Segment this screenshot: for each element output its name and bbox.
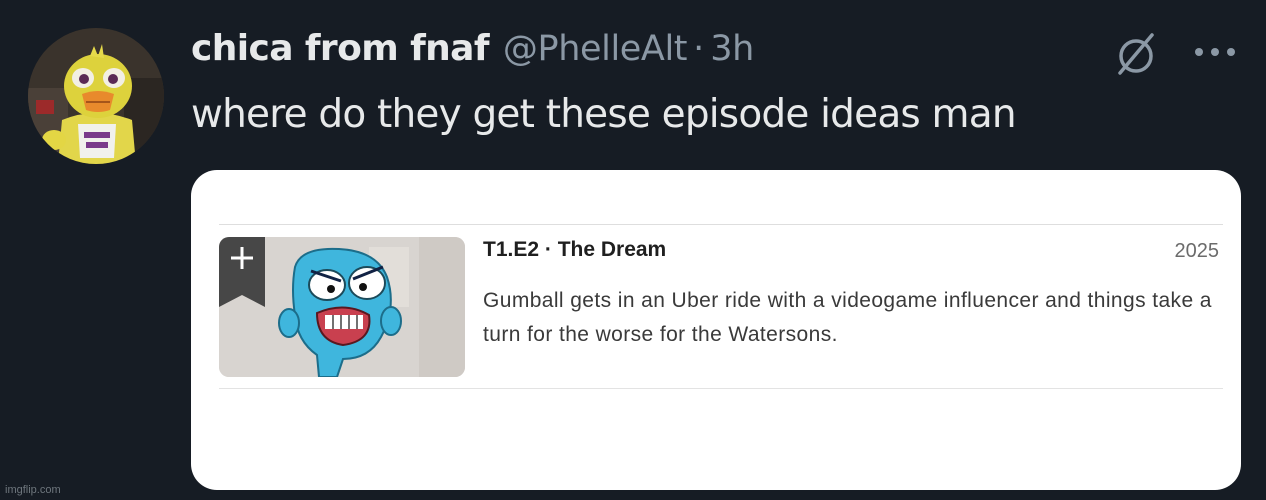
episode-thumbnail[interactable] xyxy=(219,237,465,377)
divider xyxy=(219,224,1223,225)
tweet-header: chica from fnaf @PhelleAlt · 3h xyxy=(191,28,754,78)
episode-description: Gumball gets in an Uber ride with a vide… xyxy=(483,289,1212,346)
display-name[interactable]: chica from fnaf xyxy=(191,28,490,69)
tweet-text: where do they get these episode ideas ma… xyxy=(191,92,1017,137)
divider xyxy=(219,388,1223,389)
avatar[interactable] xyxy=(28,28,164,164)
tweet-page: chica from fnaf @PhelleAlt · 3h where do… xyxy=(0,0,1266,500)
user-handle[interactable]: @PhelleAlt xyxy=(503,29,688,69)
slash-circle-icon[interactable] xyxy=(1112,30,1160,78)
chica-avatar-icon xyxy=(28,28,164,164)
watermark: imgflip.com xyxy=(5,484,61,496)
separator-dot: · xyxy=(693,29,705,69)
timestamp[interactable]: 3h xyxy=(710,29,754,69)
episode-title[interactable]: T1.E2 · The Dream xyxy=(483,238,666,262)
episode-year: 2025 xyxy=(1174,240,1220,262)
ellipsis-icon[interactable] xyxy=(1192,40,1238,64)
media-card[interactable]: T1.E2 · The Dream 2025 Gumball gets in a… xyxy=(191,170,1241,490)
